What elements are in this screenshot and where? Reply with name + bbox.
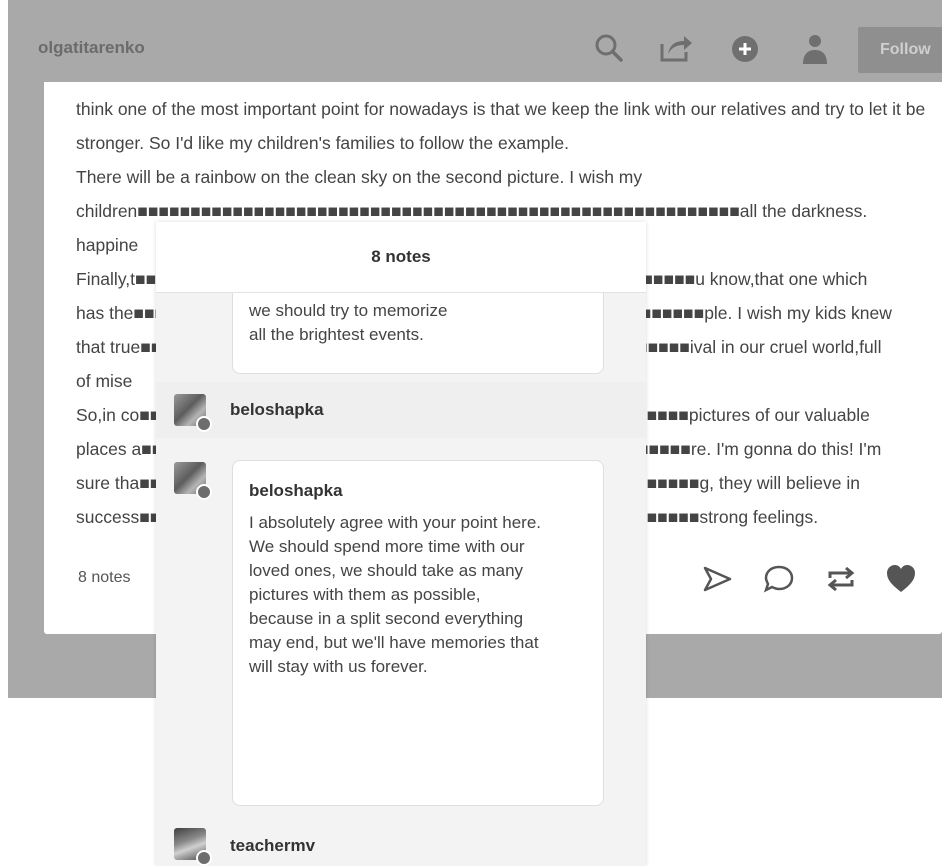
add-circle-icon[interactable] [728, 32, 762, 71]
avatar[interactable] [174, 394, 212, 432]
heart-icon[interactable] [884, 562, 918, 601]
reply-text-line: we should try to memorize [249, 301, 448, 320]
reply-text-line: all the brightest events. [249, 325, 424, 344]
post-paragraph: There will be a rainbow on the clean sky… [76, 167, 868, 221]
follow-button[interactable]: Follow [858, 27, 942, 73]
post-paragraph: think one of the most important point fo… [76, 99, 926, 153]
reply-badge-icon [196, 484, 212, 500]
notes-count-link[interactable]: 8 notes [78, 569, 130, 587]
reblog-icon[interactable] [824, 562, 858, 601]
avatar[interactable] [174, 828, 212, 866]
reblog-badge-icon [196, 850, 212, 866]
like-badge-icon [196, 416, 212, 432]
user-icon[interactable] [800, 32, 830, 71]
blog-header: olgatitarenko Follow [8, 12, 942, 82]
like-note-row: beloshapka [156, 382, 646, 438]
notes-popover[interactable]: 8 notes we should try to memorize all th… [156, 222, 646, 866]
reply-username[interactable]: beloshapka [249, 481, 587, 501]
search-icon[interactable] [593, 32, 625, 69]
share-icon[interactable] [658, 32, 694, 69]
next-note-username[interactable]: teachermv [230, 836, 315, 856]
blog-name[interactable]: olgatitarenko [38, 38, 145, 58]
like-note-username[interactable]: beloshapka [230, 400, 324, 420]
reply-icon[interactable] [762, 562, 796, 601]
notes-popover-title: 8 notes [156, 222, 646, 293]
avatar[interactable] [174, 462, 212, 500]
reply-text: I absolutely agree with your point here.… [249, 513, 542, 676]
reply-bubble: beloshapka I absolutely agree with your … [232, 460, 604, 806]
send-icon[interactable] [700, 562, 734, 601]
